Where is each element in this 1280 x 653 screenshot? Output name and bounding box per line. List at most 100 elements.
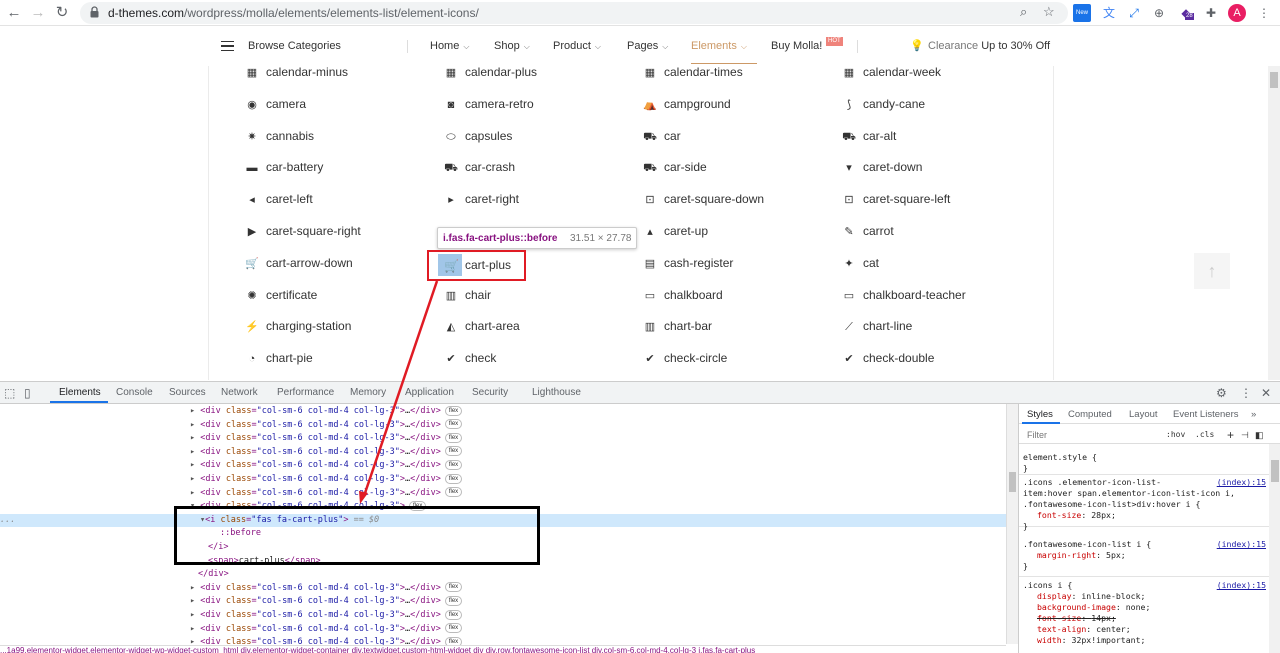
dom-node-col[interactable]: ▸ <div class="col-sm-6 col-md-4 col-lg-3… (0, 623, 1006, 637)
menu-buy-molla[interactable]: Buy Molla! (771, 40, 822, 52)
source-link[interactable]: (index):15 (1217, 580, 1266, 591)
css-declaration[interactable]: text-align: center; (1019, 624, 1269, 635)
reload-icon[interactable]: ↻ (52, 3, 72, 23)
tab-network[interactable]: Network (221, 387, 258, 398)
dom-node-col[interactable]: ▸ <div class="col-sm-6 col-md-4 col-lg-3… (0, 419, 1006, 433)
flex-badge[interactable]: flex (444, 609, 463, 620)
sidebar-toggle-icon[interactable]: ◧ (1255, 430, 1264, 441)
rule-icons-i[interactable]: .icons i {(index):15 display: inline-blo… (1019, 580, 1269, 653)
rule-fontawesome-margin[interactable]: .fontawesome-icon-list i {(index):15 mar… (1019, 539, 1269, 577)
tab-sources[interactable]: Sources (169, 387, 206, 398)
css-declaration[interactable]: margin-right: 5px; (1019, 550, 1269, 561)
dom-node-col[interactable]: ▸ <div class="col-sm-6 col-md-4 col-lg-3… (0, 432, 1006, 446)
menu-elements[interactable]: Elements ⌵ (691, 40, 747, 52)
flex-badge[interactable]: flex (444, 623, 463, 634)
forward-icon[interactable]: → (28, 3, 48, 23)
scrollbar-thumb[interactable] (1271, 460, 1279, 482)
cls-toggle[interactable]: .cls (1195, 430, 1214, 439)
dom-node-col[interactable]: ▸ <div class="col-sm-6 col-md-4 col-lg-3… (0, 405, 1006, 419)
flex-badge[interactable]: flex (444, 419, 463, 430)
rule-hover-font-size[interactable]: .icons .elementor-icon-list- (index):15 i… (1019, 477, 1269, 531)
dom-node-col[interactable]: ▸ <div class="col-sm-6 col-md-4 col-lg-3… (0, 459, 1006, 473)
source-link[interactable]: (index):15 (1217, 477, 1266, 488)
menu-kebab-icon[interactable]: ⋮ (1255, 4, 1273, 22)
flex-badge[interactable]: flex (444, 446, 463, 457)
dom-node-col[interactable]: ▸ <div class="col-sm-6 col-md-4 col-lg-3… (0, 487, 1006, 501)
expand-triangle-icon[interactable]: ▸ (190, 420, 195, 430)
expand-triangle-icon[interactable]: ▸ (190, 447, 195, 457)
scroll-to-top-button[interactable]: ↑ (1194, 253, 1230, 289)
dom-node-close-div[interactable]: </div> (0, 568, 1006, 582)
puzzle-icon[interactable]: ✚ (1202, 4, 1220, 22)
scrollbar-thumb[interactable] (1270, 72, 1278, 88)
inspect-element-icon[interactable]: ⬚ (4, 386, 15, 400)
menu-pages[interactable]: Pages ⌵ (627, 40, 668, 52)
dom-node-col[interactable]: ▸ <div class="col-sm-6 col-md-4 col-lg-3… (0, 473, 1006, 487)
page-scrollbar[interactable] (1268, 66, 1280, 380)
flex-badge[interactable]: flex (444, 459, 463, 470)
dom-node-col[interactable]: ▸ <div class="col-sm-6 col-md-4 col-lg-3… (0, 609, 1006, 623)
styles-scrollbar[interactable] (1269, 444, 1280, 653)
translate-icon[interactable]: 文 (1100, 4, 1118, 22)
extension-badge-icon[interactable]: ◆28 (1177, 4, 1195, 22)
address-bar[interactable]: d-themes.com/wordpress/molla/elements/el… (80, 2, 1068, 24)
css-declaration[interactable]: background-image: none; (1019, 602, 1269, 613)
menu-shop[interactable]: Shop ⌵ (494, 40, 530, 52)
browse-categories[interactable]: Browse Categories (248, 40, 341, 52)
tab-memory[interactable]: Memory (350, 387, 386, 398)
dom-node-col[interactable]: ▸ <div class="col-sm-6 col-md-4 col-lg-3… (0, 595, 1006, 609)
hamburger-icon[interactable] (221, 41, 234, 51)
profile-avatar[interactable]: A (1228, 4, 1246, 22)
dom-node-col[interactable]: ▸ <div class="col-sm-6 col-md-4 col-lg-3… (0, 446, 1006, 460)
expand-icon[interactable]: ⤢ (1125, 4, 1143, 22)
breadcrumb[interactable]: ...1a99.elementor-widget.elementor-widge… (0, 645, 1006, 653)
tab-performance[interactable]: Performance (277, 387, 334, 398)
more-options-icon[interactable]: ⋮ (1240, 386, 1252, 400)
computed-toggle-icon[interactable]: ⊣ (1241, 430, 1249, 441)
bookmark-star-icon[interactable]: ☆ (1043, 4, 1055, 20)
tab-security[interactable]: Security (472, 387, 508, 398)
source-link[interactable]: (index):15 (1217, 539, 1266, 550)
back-icon[interactable]: ← (4, 3, 24, 23)
new-rule-icon[interactable]: + (1227, 428, 1234, 442)
extension-new-icon[interactable]: New (1073, 4, 1091, 22)
expand-triangle-icon[interactable]: ▸ (190, 460, 195, 470)
menu-product[interactable]: Product ⌵ (553, 40, 601, 52)
menu-home[interactable]: Home ⌵ (430, 40, 469, 52)
tab-elements[interactable]: Elements (59, 387, 101, 398)
expand-triangle-icon[interactable]: ▸ (190, 583, 195, 593)
expand-triangle-icon[interactable]: ▸ (190, 406, 195, 416)
dom-node-col[interactable]: ▸ <div class="col-sm-6 col-md-4 col-lg-3… (0, 582, 1006, 596)
tab-styles[interactable]: Styles (1027, 409, 1053, 420)
flex-badge[interactable]: flex (444, 432, 463, 443)
expand-triangle-icon[interactable]: ▸ (190, 624, 195, 634)
css-declaration[interactable]: display: inline-block; (1019, 591, 1269, 602)
tab-lighthouse[interactable]: Lighthouse (532, 387, 581, 398)
globe-icon[interactable]: ⊕ (1150, 4, 1168, 22)
expand-triangle-icon[interactable]: ▸ (190, 488, 195, 498)
close-icon[interactable]: ✕ (1261, 386, 1271, 400)
expand-triangle-icon[interactable]: ▸ (190, 474, 195, 484)
tab-event-listeners[interactable]: Event Listeners (1173, 409, 1238, 420)
css-declaration[interactable]: font-size: 28px; (1019, 510, 1269, 521)
zoom-search-icon[interactable]: ⌕ (1020, 4, 1027, 20)
hov-toggle[interactable]: :hov (1166, 430, 1185, 439)
settings-gear-icon[interactable]: ⚙ (1216, 386, 1227, 400)
flex-badge[interactable]: flex (444, 595, 463, 606)
rule-element-style[interactable]: element.style { } (1019, 452, 1269, 475)
css-declaration-overridden[interactable]: font-size: 14px; (1019, 613, 1269, 624)
flex-badge[interactable]: flex (444, 582, 463, 593)
scrollbar-thumb[interactable] (1009, 472, 1016, 492)
dom-scrollbar[interactable] (1006, 404, 1018, 644)
tab-computed[interactable]: Computed (1068, 409, 1112, 420)
device-toolbar-icon[interactable]: ▯ (24, 386, 31, 400)
css-declaration[interactable]: width: 32px!important; (1019, 635, 1269, 646)
expand-triangle-icon[interactable]: ▸ (190, 596, 195, 606)
more-tabs-icon[interactable]: » (1251, 409, 1256, 420)
expand-triangle-icon[interactable]: ▸ (190, 610, 195, 620)
tab-application[interactable]: Application (405, 387, 454, 398)
flex-badge[interactable]: flex (444, 405, 463, 416)
flex-badge[interactable]: flex (444, 473, 463, 484)
tab-layout[interactable]: Layout (1129, 409, 1158, 420)
tab-console[interactable]: Console (116, 387, 153, 398)
